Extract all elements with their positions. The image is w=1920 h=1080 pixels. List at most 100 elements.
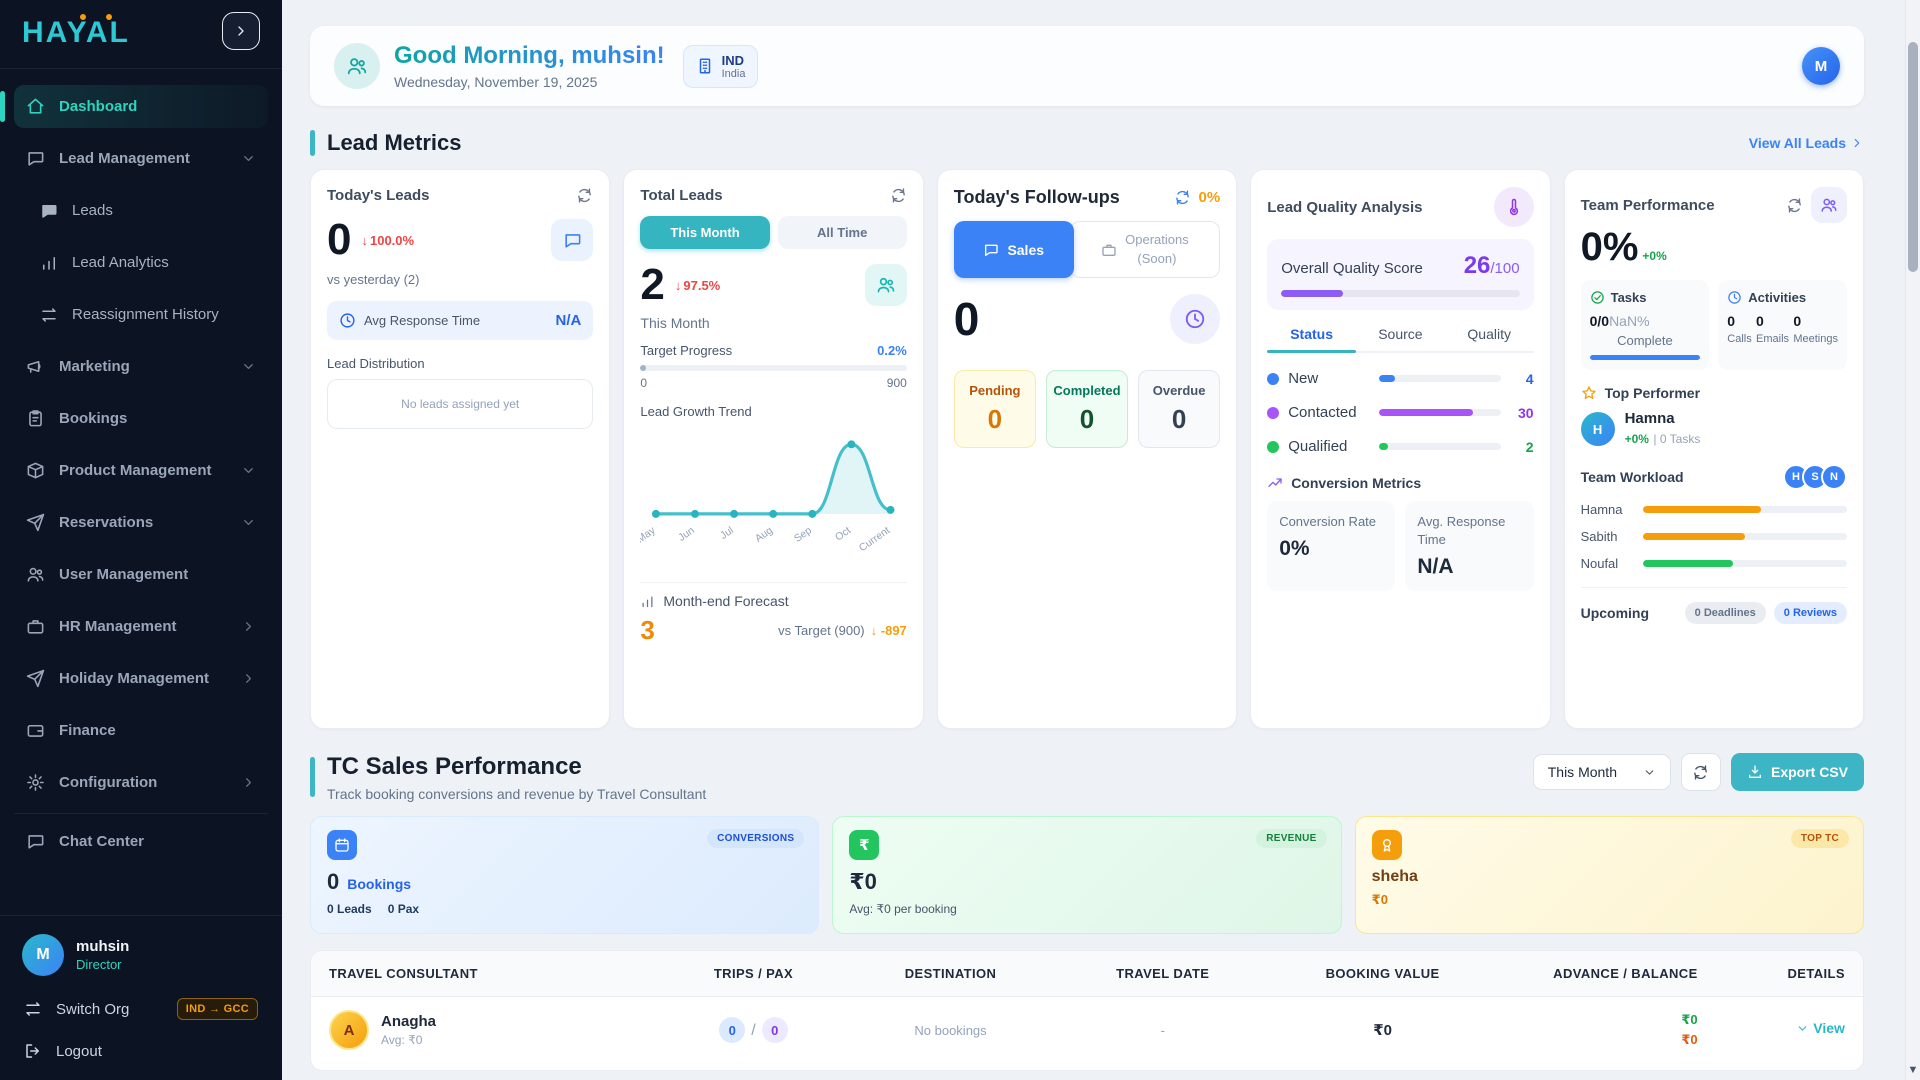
sidebar-item-dashboard[interactable]: Dashboard (14, 85, 268, 128)
tc-sales-header: TC Sales Performance Track booking conve… (310, 753, 1864, 802)
sidebar-item-label: Holiday Management (59, 670, 227, 687)
period-select[interactable]: This Month (1533, 754, 1671, 790)
org-selector[interactable]: IND India (683, 45, 759, 88)
tab-quality[interactable]: Quality (1445, 326, 1534, 351)
arrow-down-icon: ↓ (871, 623, 878, 638)
forecast-value: 3 (640, 615, 654, 646)
sidebar-item-label: Dashboard (59, 98, 256, 115)
quality-score-box: Overall Quality Score 26 /100 (1267, 239, 1533, 310)
tab-operations[interactable]: Operations(Soon) (1070, 221, 1221, 278)
refresh-icon[interactable] (890, 187, 907, 204)
lead-distribution-label: Lead Distribution (327, 356, 593, 371)
section-accent-bar (310, 130, 315, 156)
total-leads-value: 2 (640, 263, 664, 307)
trips-count: 0 (719, 1017, 745, 1043)
team-performance-card: Team Performance 0% +0% Tasks (1564, 169, 1864, 729)
sidebar-item-configuration[interactable]: Configuration (14, 761, 268, 804)
user-avatar[interactable]: M (1802, 47, 1840, 85)
tasks-pct: NaN% (1609, 313, 1649, 329)
briefcase-icon (26, 617, 45, 636)
conversions-card: CONVERSIONS 0 Bookings 0 Leads 0 Pax (310, 816, 819, 934)
followups-card: Today's Follow-ups 0% Sales Operations(S… (937, 169, 1237, 729)
sidebar-collapse-button[interactable] (222, 12, 260, 50)
sidebar-item-chat-center[interactable]: Chat Center (14, 820, 268, 863)
chevron-down-icon (241, 151, 256, 166)
revenue-value: ₹0 (849, 869, 877, 895)
rupee-icon: ₹ (849, 830, 879, 860)
sidebar-item-label: Bookings (59, 410, 256, 427)
sidebar-item-marketing[interactable]: Marketing (14, 345, 268, 388)
sidebar-item-holiday-management[interactable]: Holiday Management (14, 657, 268, 700)
svg-text:Oct: Oct (834, 525, 854, 543)
sidebar-item-hr-management[interactable]: HR Management (14, 605, 268, 648)
scroll-down-arrow[interactable]: ▼ (1906, 1064, 1920, 1076)
sidebar-item-leads[interactable]: Leads (28, 189, 268, 232)
pax-meta: 0 Pax (388, 902, 419, 916)
sidebar-item-product-management[interactable]: Product Management (14, 449, 268, 492)
status-bar (1379, 375, 1500, 382)
sidebar-item-finance[interactable]: Finance (14, 709, 268, 752)
table-row[interactable]: A Anagha Avg: ₹0 0/0 No bookings - ₹0 ₹0… (311, 997, 1863, 1070)
target-progress-label: Target Progress (640, 343, 732, 358)
divider (640, 582, 906, 583)
view-all-leads-link[interactable]: View All Leads (1749, 135, 1864, 151)
header-bar: Good Morning, muhsin! Wednesday, Novembe… (310, 26, 1864, 106)
todays-leads-change: ↓100.0% (361, 233, 414, 248)
refresh-button[interactable] (1681, 753, 1721, 791)
briefcase-icon (1101, 242, 1117, 258)
sidebar-item-user-management[interactable]: User Management (14, 553, 268, 596)
period-tabs: This Month All Time (640, 216, 906, 249)
chat-icon (563, 231, 582, 250)
page-scrollbar[interactable]: ▼ (1905, 0, 1920, 1080)
tab-all-time[interactable]: All Time (778, 216, 907, 249)
divider (0, 68, 282, 69)
refresh-icon[interactable] (1786, 197, 1803, 214)
divider (0, 915, 282, 916)
sidebar-item-bookings[interactable]: Bookings (14, 397, 268, 440)
sidebar-item-label: Reservations (59, 514, 227, 531)
sidebar-profile[interactable]: M muhsin Director (0, 922, 282, 988)
view-details-link[interactable]: View (1796, 1020, 1845, 1036)
avg-response-box: Avg. Response Time N/A (1405, 501, 1533, 591)
users-icon (876, 275, 896, 295)
refresh-icon[interactable] (1174, 189, 1191, 206)
overdue-stat: Overdue 0 (1138, 370, 1220, 448)
refresh-icon (1692, 764, 1709, 781)
tasks-progress-bar (1590, 355, 1701, 360)
tab-sales[interactable]: Sales (954, 221, 1074, 278)
refresh-icon[interactable] (576, 187, 593, 204)
pax-count: 0 (762, 1017, 788, 1043)
chat-icon (26, 149, 45, 168)
svg-text:Jun: Jun (677, 525, 697, 544)
destination-cell: No bookings (844, 1023, 1056, 1038)
section-subtitle: Track booking conversions and revenue by… (327, 786, 706, 802)
gear-icon (26, 773, 45, 792)
upcoming-row: Upcoming 0 Deadlines 0 Reviews (1581, 587, 1847, 624)
calendar-icon (334, 837, 350, 853)
avatar: H (1581, 412, 1615, 446)
sidebar-item-reservations[interactable]: Reservations (14, 501, 268, 544)
export-csv-button[interactable]: Export CSV (1731, 753, 1864, 791)
sidebar-item-reassignment-history[interactable]: Reassignment History (28, 293, 268, 336)
scrollbar-thumb[interactable] (1908, 42, 1918, 272)
tab-status[interactable]: Status (1267, 326, 1356, 351)
calendar-icon-box (327, 830, 357, 860)
sidebar-item-lead-analytics[interactable]: Lead Analytics (28, 241, 268, 284)
sidebar-item-label: Product Management (59, 462, 227, 479)
chevron-down-icon (241, 515, 256, 530)
target-min: 0 (640, 376, 647, 390)
home-icon (26, 97, 45, 116)
tab-this-month[interactable]: This Month (640, 216, 769, 249)
sidebar-item-lead-management[interactable]: Lead Management (14, 137, 268, 180)
check-circle-icon (1590, 290, 1605, 305)
avg-response-value: N/A (1417, 555, 1521, 579)
logout-button[interactable]: Logout (0, 1030, 282, 1080)
conversions-badge: CONVERSIONS (707, 829, 804, 848)
target-progress-bar (640, 365, 906, 371)
trend-title: Lead Growth Trend (640, 404, 906, 419)
tab-source[interactable]: Source (1356, 326, 1445, 351)
switch-org-button[interactable]: Switch Org IND → GCC (0, 988, 282, 1030)
bar-chart-icon (640, 594, 655, 609)
tc-stat-cards: CONVERSIONS 0 Bookings 0 Leads 0 Pax ₹ R… (310, 816, 1864, 934)
workload-row: Hamna (1581, 502, 1847, 517)
